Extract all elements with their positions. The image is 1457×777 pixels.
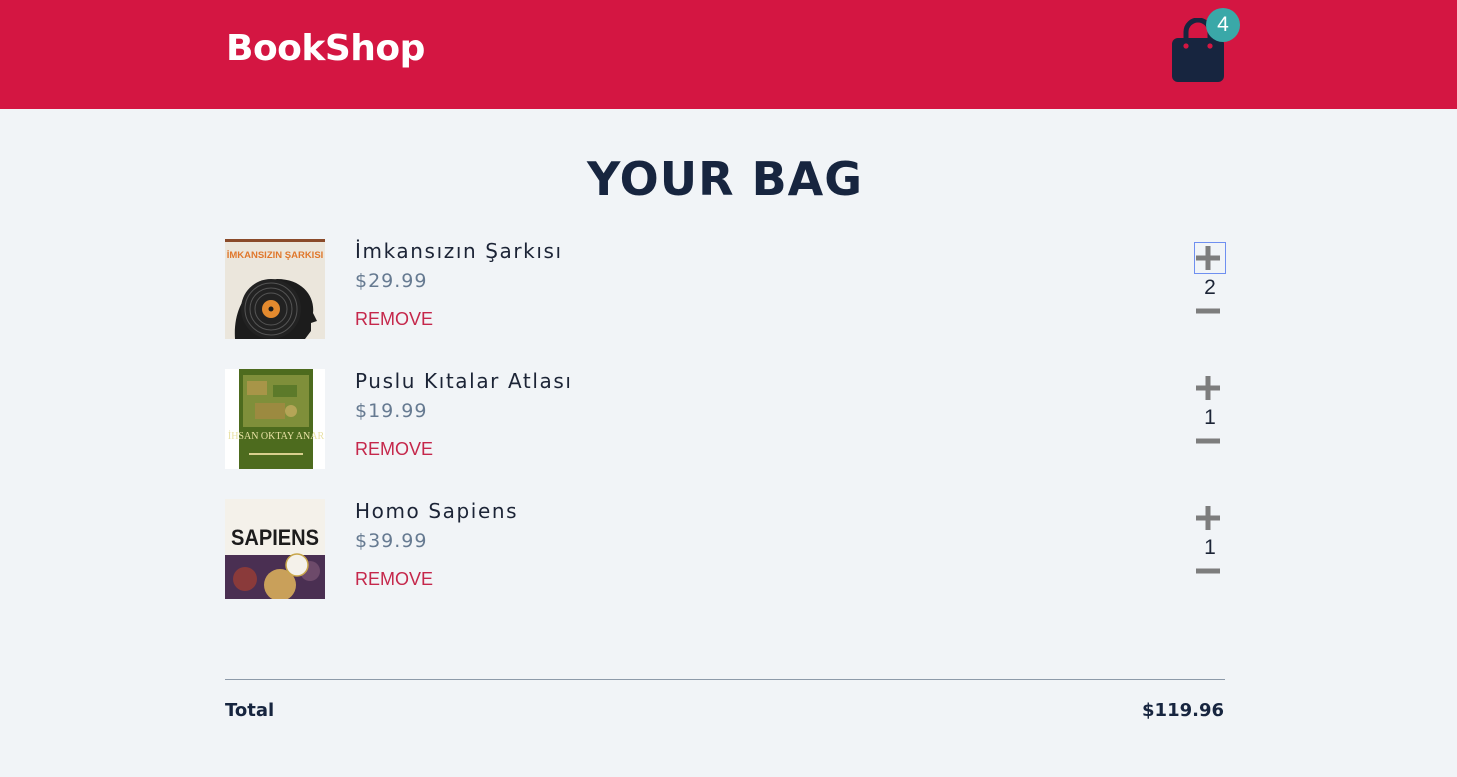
plus-icon bbox=[1196, 246, 1220, 270]
quantity-value: 1 bbox=[1204, 536, 1216, 559]
decrease-button[interactable] bbox=[1195, 301, 1225, 321]
plus-icon bbox=[1196, 506, 1220, 530]
item-title: İmkansızın Şarkısı bbox=[355, 239, 563, 263]
book-cover-image: İMKANSIZIN ŞARKISI bbox=[225, 239, 325, 339]
cart-count-badge: 4 bbox=[1206, 8, 1240, 42]
total-value: $119.96 bbox=[1142, 700, 1224, 721]
increase-button[interactable] bbox=[1195, 503, 1225, 533]
quantity-value: 1 bbox=[1204, 406, 1216, 429]
remove-button[interactable]: REMOVE bbox=[355, 569, 433, 590]
page-title: YOUR BAG bbox=[587, 152, 863, 206]
increase-button[interactable] bbox=[1195, 373, 1225, 403]
navbar: BookShop 4 bbox=[0, 0, 1457, 109]
item-price: $29.99 bbox=[355, 270, 428, 292]
decrease-button[interactable] bbox=[1195, 561, 1225, 581]
increase-button[interactable] bbox=[1194, 242, 1226, 274]
book-cover-image: SAPIENS bbox=[225, 499, 325, 599]
cart-item: SAPIENS Homo Sapiens $39.99 REMOVE 1 bbox=[225, 499, 1225, 599]
cart-button[interactable]: 4 bbox=[1168, 8, 1244, 88]
cover-title-text: SAPIENS bbox=[231, 525, 319, 550]
cart-item: İHSAN OKTAY ANAR Puslu Kıtalar Atlası $1… bbox=[225, 369, 1225, 469]
minus-icon bbox=[1196, 568, 1220, 574]
quantity-stepper: 1 bbox=[1193, 501, 1227, 583]
total-label: Total bbox=[225, 700, 275, 721]
plus-icon bbox=[1196, 376, 1220, 400]
item-price: $19.99 bbox=[355, 400, 428, 422]
cart-item: İMKANSIZIN ŞARKISI İmkansızın Şarkısı $2… bbox=[225, 239, 1227, 339]
quantity-value: 2 bbox=[1204, 276, 1216, 299]
book-cover-image: İHSAN OKTAY ANAR bbox=[225, 369, 325, 469]
brand-logo[interactable]: BookShop bbox=[226, 28, 425, 69]
item-title: Puslu Kıtalar Atlası bbox=[355, 369, 573, 393]
cover-author-text: İHSAN OKTAY ANAR bbox=[228, 430, 325, 442]
minus-icon bbox=[1196, 438, 1220, 444]
item-title: Homo Sapiens bbox=[355, 499, 519, 523]
quantity-stepper: 2 bbox=[1193, 241, 1227, 323]
divider bbox=[225, 679, 1225, 680]
quantity-stepper: 1 bbox=[1193, 371, 1227, 453]
remove-button[interactable]: REMOVE bbox=[355, 309, 433, 330]
item-price: $39.99 bbox=[355, 530, 428, 552]
minus-icon bbox=[1196, 308, 1220, 314]
cover-title-text: İMKANSIZIN ŞARKISI bbox=[227, 250, 324, 261]
decrease-button[interactable] bbox=[1195, 431, 1225, 451]
remove-button[interactable]: REMOVE bbox=[355, 439, 433, 460]
